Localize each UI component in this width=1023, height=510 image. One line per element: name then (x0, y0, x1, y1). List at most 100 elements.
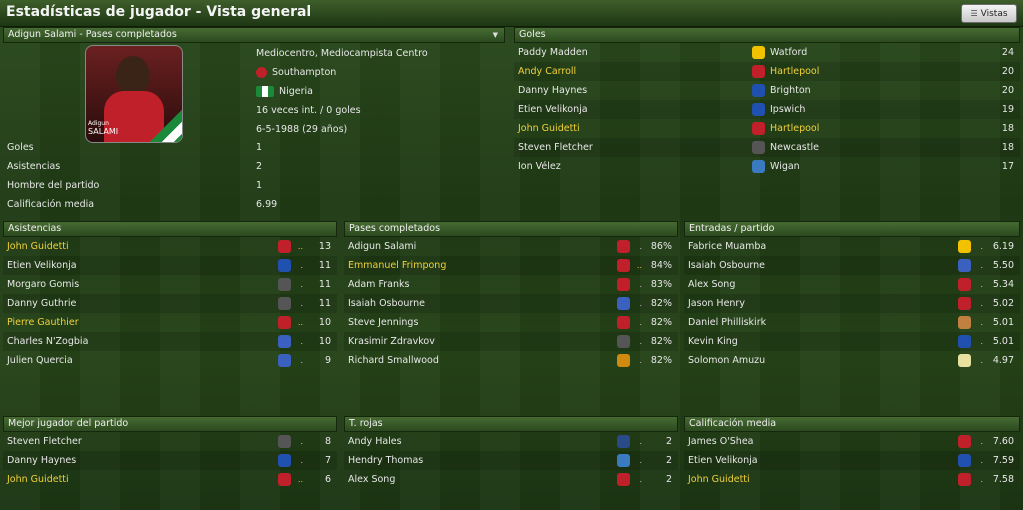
goles-player-name[interactable]: Ion Vélez (518, 157, 561, 176)
title-bar: Estadísticas de jugador - Vista general … (0, 0, 1023, 27)
entradas-row[interactable]: Daniel Philliskirk. 5.01 (684, 313, 1020, 332)
entradas-player-name[interactable]: Fabrice Muamba (688, 237, 766, 256)
goles-club-name[interactable]: Ipswich (770, 100, 805, 119)
goles-club-name[interactable]: Hartlepool (770, 119, 819, 138)
calificacion-player-name[interactable]: Etien Velikonja (688, 451, 758, 470)
goles-row[interactable]: Paddy Madden Watford 24 (514, 43, 1020, 62)
goles-player-name[interactable]: John Guidetti (518, 119, 580, 138)
entradas-player-name[interactable]: Kevin King (688, 332, 738, 351)
goles-player-name[interactable]: Paddy Madden (518, 43, 588, 62)
pases-player-name[interactable]: Steve Jennings (348, 313, 418, 332)
player-panel-header[interactable]: Adigun Salami - Pases completados ▼ (3, 27, 505, 43)
entradas-player-name[interactable]: Isaiah Osbourne (688, 256, 765, 275)
player-stat-value: 1 (256, 142, 263, 153)
entradas-value: 4.97 (992, 355, 1014, 366)
pases-row[interactable]: Adam Franks. 83% (344, 275, 678, 294)
goles-club-name[interactable]: Brighton (770, 81, 811, 100)
asistencias-row[interactable]: Morgaro Gomis. 11 (3, 275, 337, 294)
goles-player-name[interactable]: Steven Fletcher (518, 138, 593, 157)
asistencias-player-name[interactable]: Julien Quercia (7, 351, 73, 370)
club-badge-icon (278, 435, 291, 448)
dots: .. (297, 242, 303, 251)
asistencias-row[interactable]: Pierre Gauthier.. 10 (3, 313, 337, 332)
asistencias-player-name[interactable]: Charles N'Zogbia (7, 332, 88, 351)
chevron-down-icon[interactable]: ▼ (493, 28, 498, 42)
entradas-row[interactable]: Alex Song. 5.34 (684, 275, 1020, 294)
pases-row[interactable]: Richard Smallwood. 82% (344, 351, 678, 370)
goles-club-name[interactable]: Newcastle (770, 138, 819, 157)
entradas-row[interactable]: Solomon Amuzu. 4.97 (684, 351, 1020, 370)
goles-player-name[interactable]: Etien Velikonja (518, 100, 588, 119)
goles-club-name[interactable]: Watford (770, 43, 807, 62)
mejor-player-name[interactable]: Steven Fletcher (7, 432, 82, 451)
asistencias-row[interactable]: Charles N'Zogbia. 10 (3, 332, 337, 351)
mejor-player-name[interactable]: John Guidetti (7, 470, 69, 489)
goles-row[interactable]: Steven Fletcher Newcastle 18 (514, 138, 1020, 157)
pases-player-name[interactable]: Emmanuel Frimpong (348, 256, 446, 275)
goles-club-name[interactable]: Hartlepool (770, 62, 819, 81)
asistencias-player-name[interactable]: Etien Velikonja (7, 256, 77, 275)
asistencias-player-name[interactable]: Morgaro Gomis (7, 275, 79, 294)
entradas-player-name[interactable]: Jason Henry (688, 294, 745, 313)
goles-row[interactable]: John Guidetti Hartlepool 18 (514, 119, 1020, 138)
asistencias-player-name[interactable]: Danny Guthrie (7, 294, 76, 313)
entradas-player-name[interactable]: Daniel Philliskirk (688, 313, 766, 332)
dots: .. (636, 261, 642, 270)
goles-row[interactable]: Andy Carroll Hartlepool 20 (514, 62, 1020, 81)
mejor-row[interactable]: Danny Haynes. 7 (3, 451, 337, 470)
calificacion-row[interactable]: James O'Shea. 7.60 (684, 432, 1020, 451)
pases-player-name[interactable]: Isaiah Osbourne (348, 294, 425, 313)
mejor-row[interactable]: John Guidetti.. 6 (3, 470, 337, 489)
club-badge-icon (958, 259, 971, 272)
rojas-player-name[interactable]: Hendry Thomas (348, 451, 423, 470)
entradas-player-name[interactable]: Alex Song (688, 275, 735, 294)
pases-player-name[interactable]: Adigun Salami (348, 237, 416, 256)
dots: . (300, 456, 303, 465)
mejor-row[interactable]: Steven Fletcher. 8 (3, 432, 337, 451)
club-badge-icon (617, 435, 630, 448)
views-button[interactable]: ☰ Vistas (961, 4, 1017, 23)
entradas-row[interactable]: Jason Henry. 5.02 (684, 294, 1020, 313)
asistencias-player-name[interactable]: Pierre Gauthier (7, 313, 79, 332)
pases-row[interactable]: Emmanuel Frimpong.. 84% (344, 256, 678, 275)
mejor-player-name[interactable]: Danny Haynes (7, 451, 76, 470)
goles-player-name[interactable]: Andy Carroll (518, 62, 576, 81)
player-nation[interactable]: Nigeria (256, 86, 313, 97)
pases-value: 83% (650, 279, 672, 290)
calificacion-player-name[interactable]: John Guidetti (688, 470, 750, 489)
goles-player-name[interactable]: Danny Haynes (518, 81, 587, 100)
goles-row[interactable]: Etien Velikonja Ipswich 19 (514, 100, 1020, 119)
rojas-row[interactable]: Andy Hales. 2 (344, 432, 678, 451)
entradas-player-name[interactable]: Solomon Amuzu (688, 351, 765, 370)
pases-row[interactable]: Isaiah Osbourne. 82% (344, 294, 678, 313)
rojas-player-name[interactable]: Andy Hales (348, 432, 402, 451)
pases-player-name[interactable]: Richard Smallwood (348, 351, 439, 370)
asistencias-row[interactable]: John Guidetti.. 13 (3, 237, 337, 256)
goles-row[interactable]: Ion Vélez Wigan 17 (514, 157, 1020, 176)
pases-row[interactable]: Krasimir Zdravkov. 82% (344, 332, 678, 351)
rojas-row[interactable]: Hendry Thomas. 2 (344, 451, 678, 470)
pases-player-name[interactable]: Krasimir Zdravkov (348, 332, 435, 351)
asistencias-player-name[interactable]: John Guidetti (7, 237, 69, 256)
rojas-row[interactable]: Alex Song. 2 (344, 470, 678, 489)
goles-row[interactable]: Danny Haynes Brighton 20 (514, 81, 1020, 100)
goles-club-name[interactable]: Wigan (770, 157, 800, 176)
pases-player-name[interactable]: Adam Franks (348, 275, 409, 294)
entradas-row[interactable]: Kevin King. 5.01 (684, 332, 1020, 351)
entradas-row[interactable]: Fabrice Muamba. 6.19 (684, 237, 1020, 256)
rojas-player-name[interactable]: Alex Song (348, 470, 395, 489)
player-nation-name: Nigeria (279, 86, 313, 97)
asistencias-row[interactable]: Etien Velikonja. 11 (3, 256, 337, 275)
calificacion-row[interactable]: Etien Velikonja. 7.59 (684, 451, 1020, 470)
club-badge-icon (278, 473, 291, 486)
calificacion-player-name[interactable]: James O'Shea (688, 432, 754, 451)
pases-row[interactable]: Adigun Salami. 86% (344, 237, 678, 256)
player-club[interactable]: Southampton (256, 67, 336, 78)
asistencias-row[interactable]: Julien Quercia. 9 (3, 351, 337, 370)
pases-row[interactable]: Steve Jennings. 82% (344, 313, 678, 332)
entradas-value: 6.19 (992, 241, 1014, 252)
photo-first-name: Adigun (88, 120, 109, 127)
entradas-row[interactable]: Isaiah Osbourne. 5.50 (684, 256, 1020, 275)
calificacion-row[interactable]: John Guidetti. 7.58 (684, 470, 1020, 489)
asistencias-row[interactable]: Danny Guthrie. 11 (3, 294, 337, 313)
